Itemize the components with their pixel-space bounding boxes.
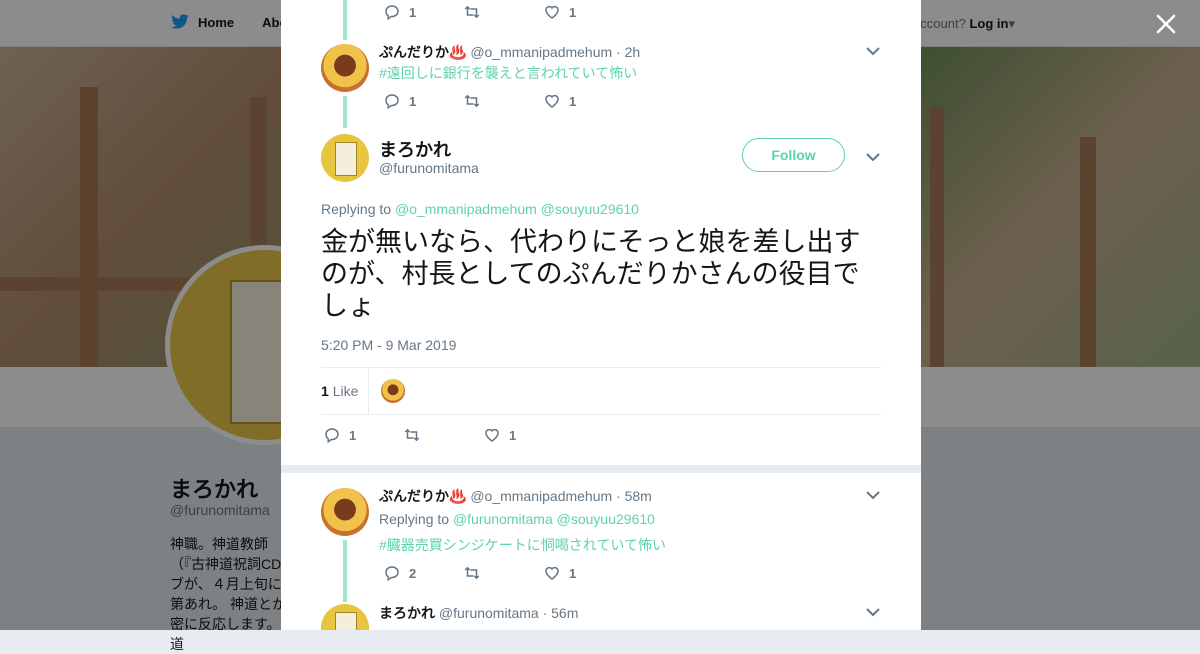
retweet-icon [404,428,420,442]
reply-button[interactable]: 1 [383,3,463,21]
retweet-icon [464,566,480,580]
close-icon[interactable] [1154,12,1178,36]
replying-to: Replying to @o_mmanipadmehum @souyuu2961… [321,201,639,217]
retweet-button[interactable] [403,426,483,444]
like-button[interactable]: 1 [483,426,563,444]
heart-icon [545,94,559,108]
likes-label: Like [332,383,359,399]
retweet-icon [464,94,480,108]
reply-button[interactable]: 1 [323,426,403,444]
replying-label: Replying to [379,511,450,527]
reply-icon [385,566,399,582]
tweet-time[interactable]: · 2h [616,44,640,60]
like-count: 1 [509,427,517,443]
author-handle[interactable]: @furunomitama [439,605,539,621]
tweet-text[interactable]: #臓器売買シンジケートに恫喝されていて怖い [379,535,666,555]
mention-link[interactable]: @souyuu29610 [557,511,655,527]
tweet-time[interactable]: · 58m [616,488,652,504]
avatar[interactable] [321,44,369,92]
heart-icon [545,566,559,580]
mention-link[interactable]: @souyuu29610 [541,201,639,217]
like-count: 1 [569,565,577,581]
likes-count: 1 [321,383,329,399]
reply-count: 1 [409,93,417,109]
liker-avatar[interactable] [381,379,405,403]
author-handle[interactable]: @o_mmanipadmehum [470,44,612,60]
author-name[interactable]: まろかれ [379,136,451,162]
chevron-down-icon[interactable] [866,46,880,56]
author-name[interactable]: まろかれ [379,605,435,621]
tweet-text[interactable]: #遠回しに銀行を襲えと言われていて怖い [379,63,637,83]
avatar[interactable] [321,134,369,182]
author-name[interactable]: ぷんだりか♨️ [379,488,466,504]
replying-label: Replying to [321,201,392,217]
reply-button[interactable]: 1 [383,92,463,110]
tweet-header: ぷんだりか♨️ @o_mmanipadmehum · 2h [379,42,640,62]
chevron-down-icon[interactable] [866,152,880,162]
tweet-text: 金が無いなら、代わりにそっと娘を差し出すのが、村長としてのぷんだりかさんの役目で… [321,227,861,322]
retweet-button[interactable] [463,564,543,582]
avatar[interactable] [321,488,369,536]
reply-count: 1 [409,4,417,20]
like-count: 1 [569,4,577,20]
follow-button[interactable]: Follow [742,138,845,172]
reply-button[interactable]: 2 [383,564,463,582]
chevron-down-icon[interactable] [866,490,880,500]
reply-icon [325,428,339,444]
like-button[interactable]: 1 [543,3,623,21]
reply-count: 2 [409,565,417,581]
reply-count: 1 [349,427,357,443]
reply-icon [385,5,399,21]
retweet-button[interactable] [463,92,543,110]
replying-to: Replying to @furunomitama @souyuu29610 [379,511,655,527]
mention-link[interactable]: @o_mmanipadmehum [395,201,537,217]
heart-icon [545,5,559,19]
thread-line [343,0,347,40]
tweet-header: まろかれ @furunomitama · 56m [379,603,578,623]
author-handle[interactable]: @furunomitama [379,160,479,176]
avatar[interactable] [321,604,369,630]
tweet-actions: 1 1 [383,3,623,21]
tweet-header: ぷんだりか♨️ @o_mmanipadmehum · 58m [379,486,652,506]
stat-divider [368,368,369,414]
tweet-modal: 1 1 ぷんだりか♨️ @o_mmanipadmehum · 2h #遠回しに銀… [281,0,921,630]
like-button[interactable]: 1 [543,564,623,582]
likes-stat[interactable]: 1 Like [321,383,358,399]
section-divider [281,465,921,473]
tweet-actions: 2 1 [383,564,623,582]
reply-icon [385,94,399,110]
mention-link[interactable]: @furunomitama [453,511,553,527]
tweet-actions: 1 1 [323,426,563,444]
tweet-time[interactable]: · 56m [543,605,579,621]
thread-line [343,96,347,128]
thread-line [343,540,347,602]
retweet-icon [464,5,480,19]
like-count: 1 [569,93,577,109]
retweet-button[interactable] [463,3,543,21]
tweet-timestamp[interactable]: 5:20 PM - 9 Mar 2019 [321,337,456,353]
tweet-stats: 1 Like [321,367,881,415]
heart-icon [485,428,499,442]
tweet-actions: 1 1 [383,92,623,110]
author-name[interactable]: ぷんだりか♨️ [379,44,466,60]
chevron-down-icon[interactable] [866,607,880,617]
author-handle[interactable]: @o_mmanipadmehum [470,488,612,504]
like-button[interactable]: 1 [543,92,623,110]
